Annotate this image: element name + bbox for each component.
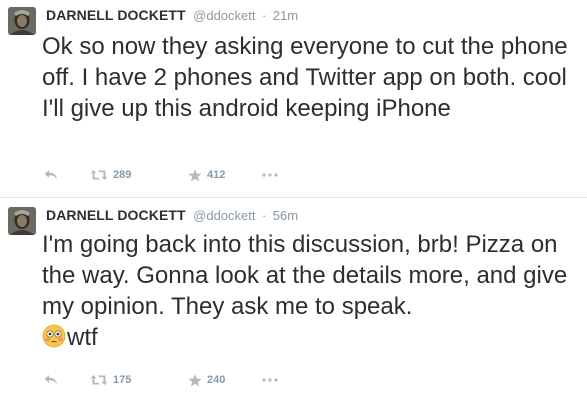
tweet[interactable]: DARNELL DOCKETT @ddockett · 56m I'm goin… [0, 200, 587, 404]
retweet-count: 175 [113, 374, 132, 386]
avatar[interactable] [8, 207, 36, 235]
tweet-actions: 289 412 [44, 166, 304, 184]
tweet-text-tail: wtf [67, 324, 98, 351]
star-icon [188, 168, 202, 181]
author-name[interactable]: DARNELL DOCKETT [46, 7, 186, 23]
favorite-button[interactable]: 412 [188, 166, 225, 184]
tweet-text: I'm going back into this discussion, brb… [42, 229, 582, 353]
divider [0, 197, 587, 198]
avatar[interactable] [8, 7, 36, 35]
more-button[interactable] [262, 166, 278, 184]
avatar-image [8, 207, 36, 235]
reply-button[interactable] [44, 371, 58, 389]
favorite-count: 412 [207, 169, 226, 181]
reply-button[interactable] [44, 166, 58, 184]
timestamp[interactable]: 21m [273, 8, 298, 23]
tweet-actions: 175 240 [44, 371, 304, 389]
author-handle[interactable]: @ddockett [193, 8, 255, 23]
tweet-feed: DARNELL DOCKETT @ddockett · 21m Ok so no… [0, 0, 587, 404]
separator: · [261, 8, 267, 23]
more-button[interactable] [262, 371, 278, 389]
separator: · [261, 208, 267, 223]
favorite-button[interactable]: 240 [188, 371, 225, 389]
author-name[interactable]: DARNELL DOCKETT [46, 207, 186, 223]
timestamp[interactable]: 56m [273, 208, 298, 223]
author-handle[interactable]: @ddockett [193, 208, 255, 223]
retweet-icon [90, 170, 108, 180]
flushed-face-emoji-icon [42, 324, 66, 348]
retweet-icon [90, 375, 108, 385]
tweet-header: DARNELL DOCKETT @ddockett · 21m [46, 6, 298, 24]
favorite-count: 240 [207, 374, 226, 386]
retweet-button[interactable]: 289 [90, 166, 131, 184]
reply-icon [44, 170, 57, 180]
star-icon [188, 373, 202, 386]
tweet-header: DARNELL DOCKETT @ddockett · 56m [46, 206, 298, 224]
more-dots-icon [262, 173, 278, 177]
retweet-count: 289 [113, 169, 132, 181]
tweet-text: Ok so now they asking everyone to cut th… [42, 33, 568, 122]
avatar-image [8, 7, 36, 35]
reply-icon [44, 375, 57, 385]
tweet-text-body: I'm going back into this discussion, brb… [42, 231, 568, 320]
tweet[interactable]: DARNELL DOCKETT @ddockett · 21m Ok so no… [0, 0, 587, 195]
retweet-button[interactable]: 175 [90, 371, 131, 389]
more-dots-icon [262, 378, 278, 382]
